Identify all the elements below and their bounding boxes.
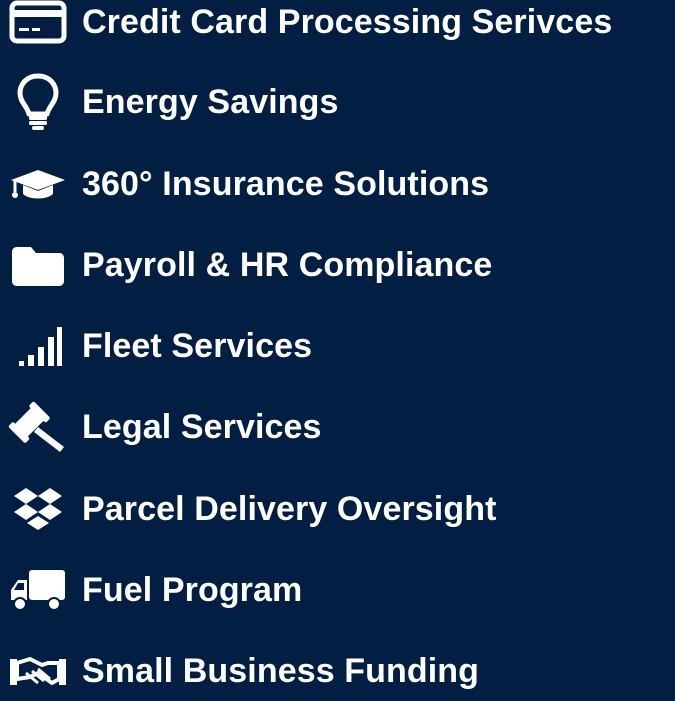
handshake-icon [6,641,70,701]
service-item-funding[interactable]: Small Business Funding [0,641,675,701]
truck-icon [6,560,70,620]
service-label: Legal Services [82,408,322,446]
dropbox-icon [6,479,70,539]
service-item-credit-card[interactable]: Credit Card Processing Serivces [0,0,675,52]
service-item-fuel[interactable]: Fuel Program [0,560,675,620]
service-label: Fleet Services [82,327,313,365]
service-item-energy[interactable]: Energy Savings [0,72,675,132]
service-label: Credit Card Processing Serivces [82,3,613,41]
service-label: Fuel Program [82,571,303,609]
credit-card-icon [6,0,70,52]
service-item-legal[interactable]: Legal Services [0,397,675,457]
service-label: Parcel Delivery Oversight [82,490,497,528]
service-item-fleet[interactable]: Fleet Services [0,316,675,376]
service-item-payroll[interactable]: Payroll & HR Compliance [0,235,675,295]
folder-icon [6,235,70,295]
service-item-parcel[interactable]: Parcel Delivery Oversight [0,479,675,539]
graduation-cap-icon [6,154,70,214]
service-label: 360° Insurance Solutions [82,165,490,203]
lightbulb-icon [6,72,70,132]
signal-bars-icon [6,316,70,376]
gavel-icon [6,397,70,457]
service-label: Energy Savings [82,83,339,121]
service-label: Small Business Funding [82,652,480,690]
service-item-insurance[interactable]: 360° Insurance Solutions [0,154,675,214]
service-label: Payroll & HR Compliance [82,246,493,284]
